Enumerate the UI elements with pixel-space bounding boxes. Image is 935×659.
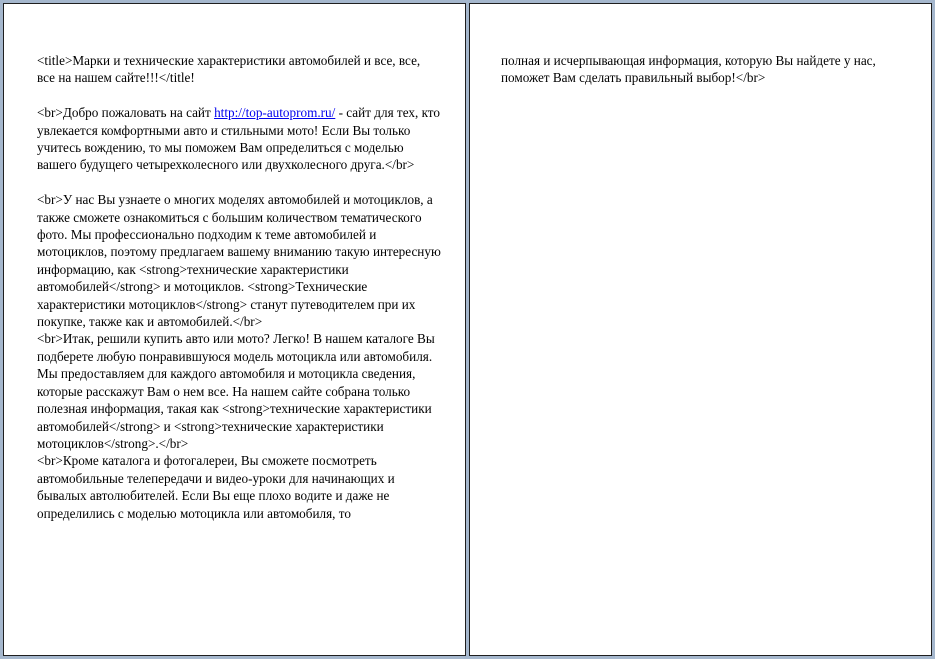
document-page-1: <title>Марки и технические характеристик… (3, 3, 466, 656)
paragraph-title: <title>Марки и технические характеристик… (37, 53, 421, 86)
paragraph-gallery: <br>Кроме каталога и фотогалереи, Вы смо… (37, 453, 395, 521)
welcome-text-before-link: <br>Добро пожаловать на сайт (37, 105, 215, 121)
paragraph-catalog: <br>Итак, решили купить авто или мото? Л… (37, 331, 435, 451)
paragraph-models: <br>У нас Вы узнаете о многих моделях ав… (37, 192, 441, 330)
page-2-text-column: полная и исчерпывающая информация, котор… (501, 52, 905, 87)
site-link[interactable]: http://top-autoprom.ru/ (214, 105, 335, 120)
page-1-text-column: <title>Марки и технические характеристик… (37, 52, 441, 522)
paragraph-continuation: полная и исчерпывающая информация, котор… (501, 53, 876, 86)
paragraph-welcome: <br>Добро пожаловать на сайт http://top-… (37, 104, 441, 174)
document-page-2: полная и исчерпывающая информация, котор… (469, 3, 932, 656)
